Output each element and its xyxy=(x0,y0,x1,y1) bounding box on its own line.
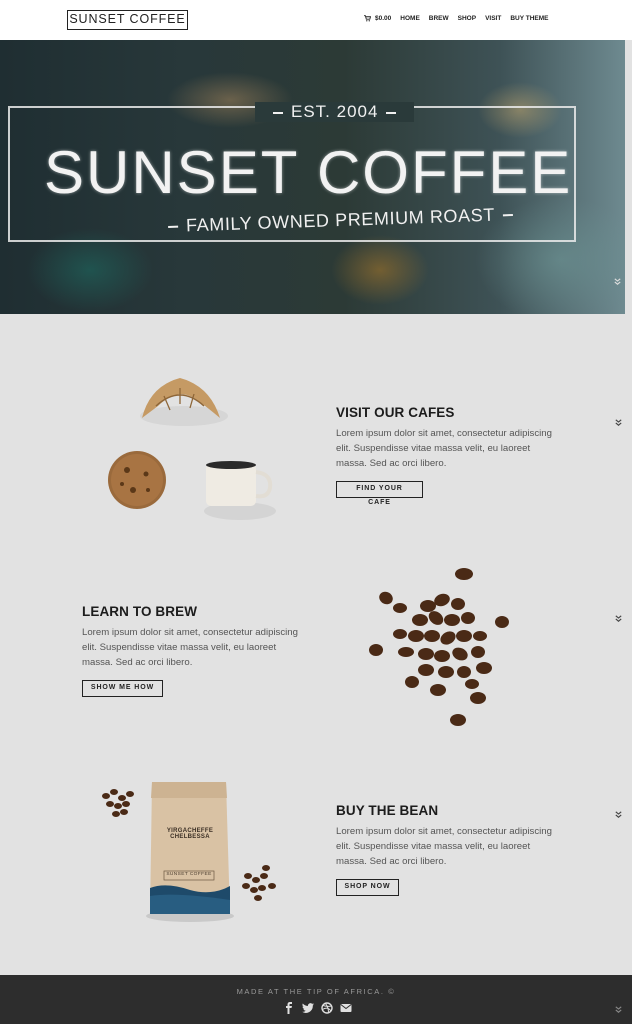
hero-title: SUNSET COFFEE xyxy=(44,139,573,206)
scroll-down-icon[interactable] xyxy=(614,418,623,427)
section-body: Lorem ipsum dolor sit amet, consectetur … xyxy=(336,826,552,867)
coffee-beans-image xyxy=(369,568,509,726)
show-me-how-button[interactable]: SHOW ME HOW xyxy=(82,680,163,697)
social-links xyxy=(283,1002,352,1014)
scroll-down-icon[interactable] xyxy=(614,810,623,819)
footer-text: MADE AT THE TIP OF AFRICA. © xyxy=(236,987,396,996)
find-cafe-button[interactable]: FIND YOUR CAFE xyxy=(336,481,423,506)
nav-item-shop[interactable]: SHOP xyxy=(458,15,476,22)
twitter-icon[interactable] xyxy=(302,1002,314,1014)
coffee-bag-icon xyxy=(146,782,234,922)
section-title: LEARN TO BREW xyxy=(82,604,198,619)
cookie-icon xyxy=(108,451,166,509)
section-title: BUY THE BEAN xyxy=(336,803,439,818)
main-nav: $0.00 HOME BREW SHOP VISIT BUY THEME xyxy=(364,15,549,22)
hero-banner: EST. 2004 SUNSET COFFEE FAMILY OWNED PRE… xyxy=(0,40,625,314)
cart-total: $0.00 xyxy=(375,15,392,22)
bag-name: YIRGACHEFFE CHELBESSA xyxy=(166,828,214,840)
mug-icon xyxy=(204,461,276,520)
section-body: Lorem ipsum dolor sit amet, consectetur … xyxy=(336,428,552,469)
coffee-beans-icon xyxy=(369,568,509,726)
nav-item-visit[interactable]: VISIT xyxy=(485,15,501,22)
cart-icon xyxy=(364,15,371,22)
nav-item-home[interactable]: HOME xyxy=(400,15,420,22)
site-footer: MADE AT THE TIP OF AFRICA. © xyxy=(0,975,632,1024)
hero-est: EST. 2004 xyxy=(255,102,415,122)
facebook-icon[interactable] xyxy=(283,1002,295,1014)
coffee-bag-image xyxy=(102,782,276,922)
scroll-down-icon[interactable] xyxy=(614,614,623,623)
section-title: VISIT OUR CAFES xyxy=(336,405,455,420)
dribbble-icon[interactable] xyxy=(321,1002,333,1014)
site-header: SUNSET COFFEE $0.00 HOME BREW SHOP VISIT… xyxy=(0,0,632,40)
cart-link[interactable]: $0.00 xyxy=(364,15,391,22)
bag-label: SUNSET COFFEE xyxy=(166,872,212,877)
scroll-down-icon[interactable] xyxy=(613,277,622,286)
email-icon[interactable] xyxy=(340,1002,352,1014)
shop-now-button[interactable]: SHOP NOW xyxy=(336,879,399,896)
scroll-down-icon[interactable] xyxy=(614,1005,623,1014)
site-logo[interactable]: SUNSET COFFEE xyxy=(67,10,188,30)
cafe-illustration xyxy=(108,378,276,520)
section-body: Lorem ipsum dolor sit amet, consectetur … xyxy=(82,627,298,668)
croissant-icon xyxy=(140,378,228,426)
nav-item-buy-theme[interactable]: BUY THEME xyxy=(510,15,548,22)
nav-item-brew[interactable]: BREW xyxy=(429,15,449,22)
